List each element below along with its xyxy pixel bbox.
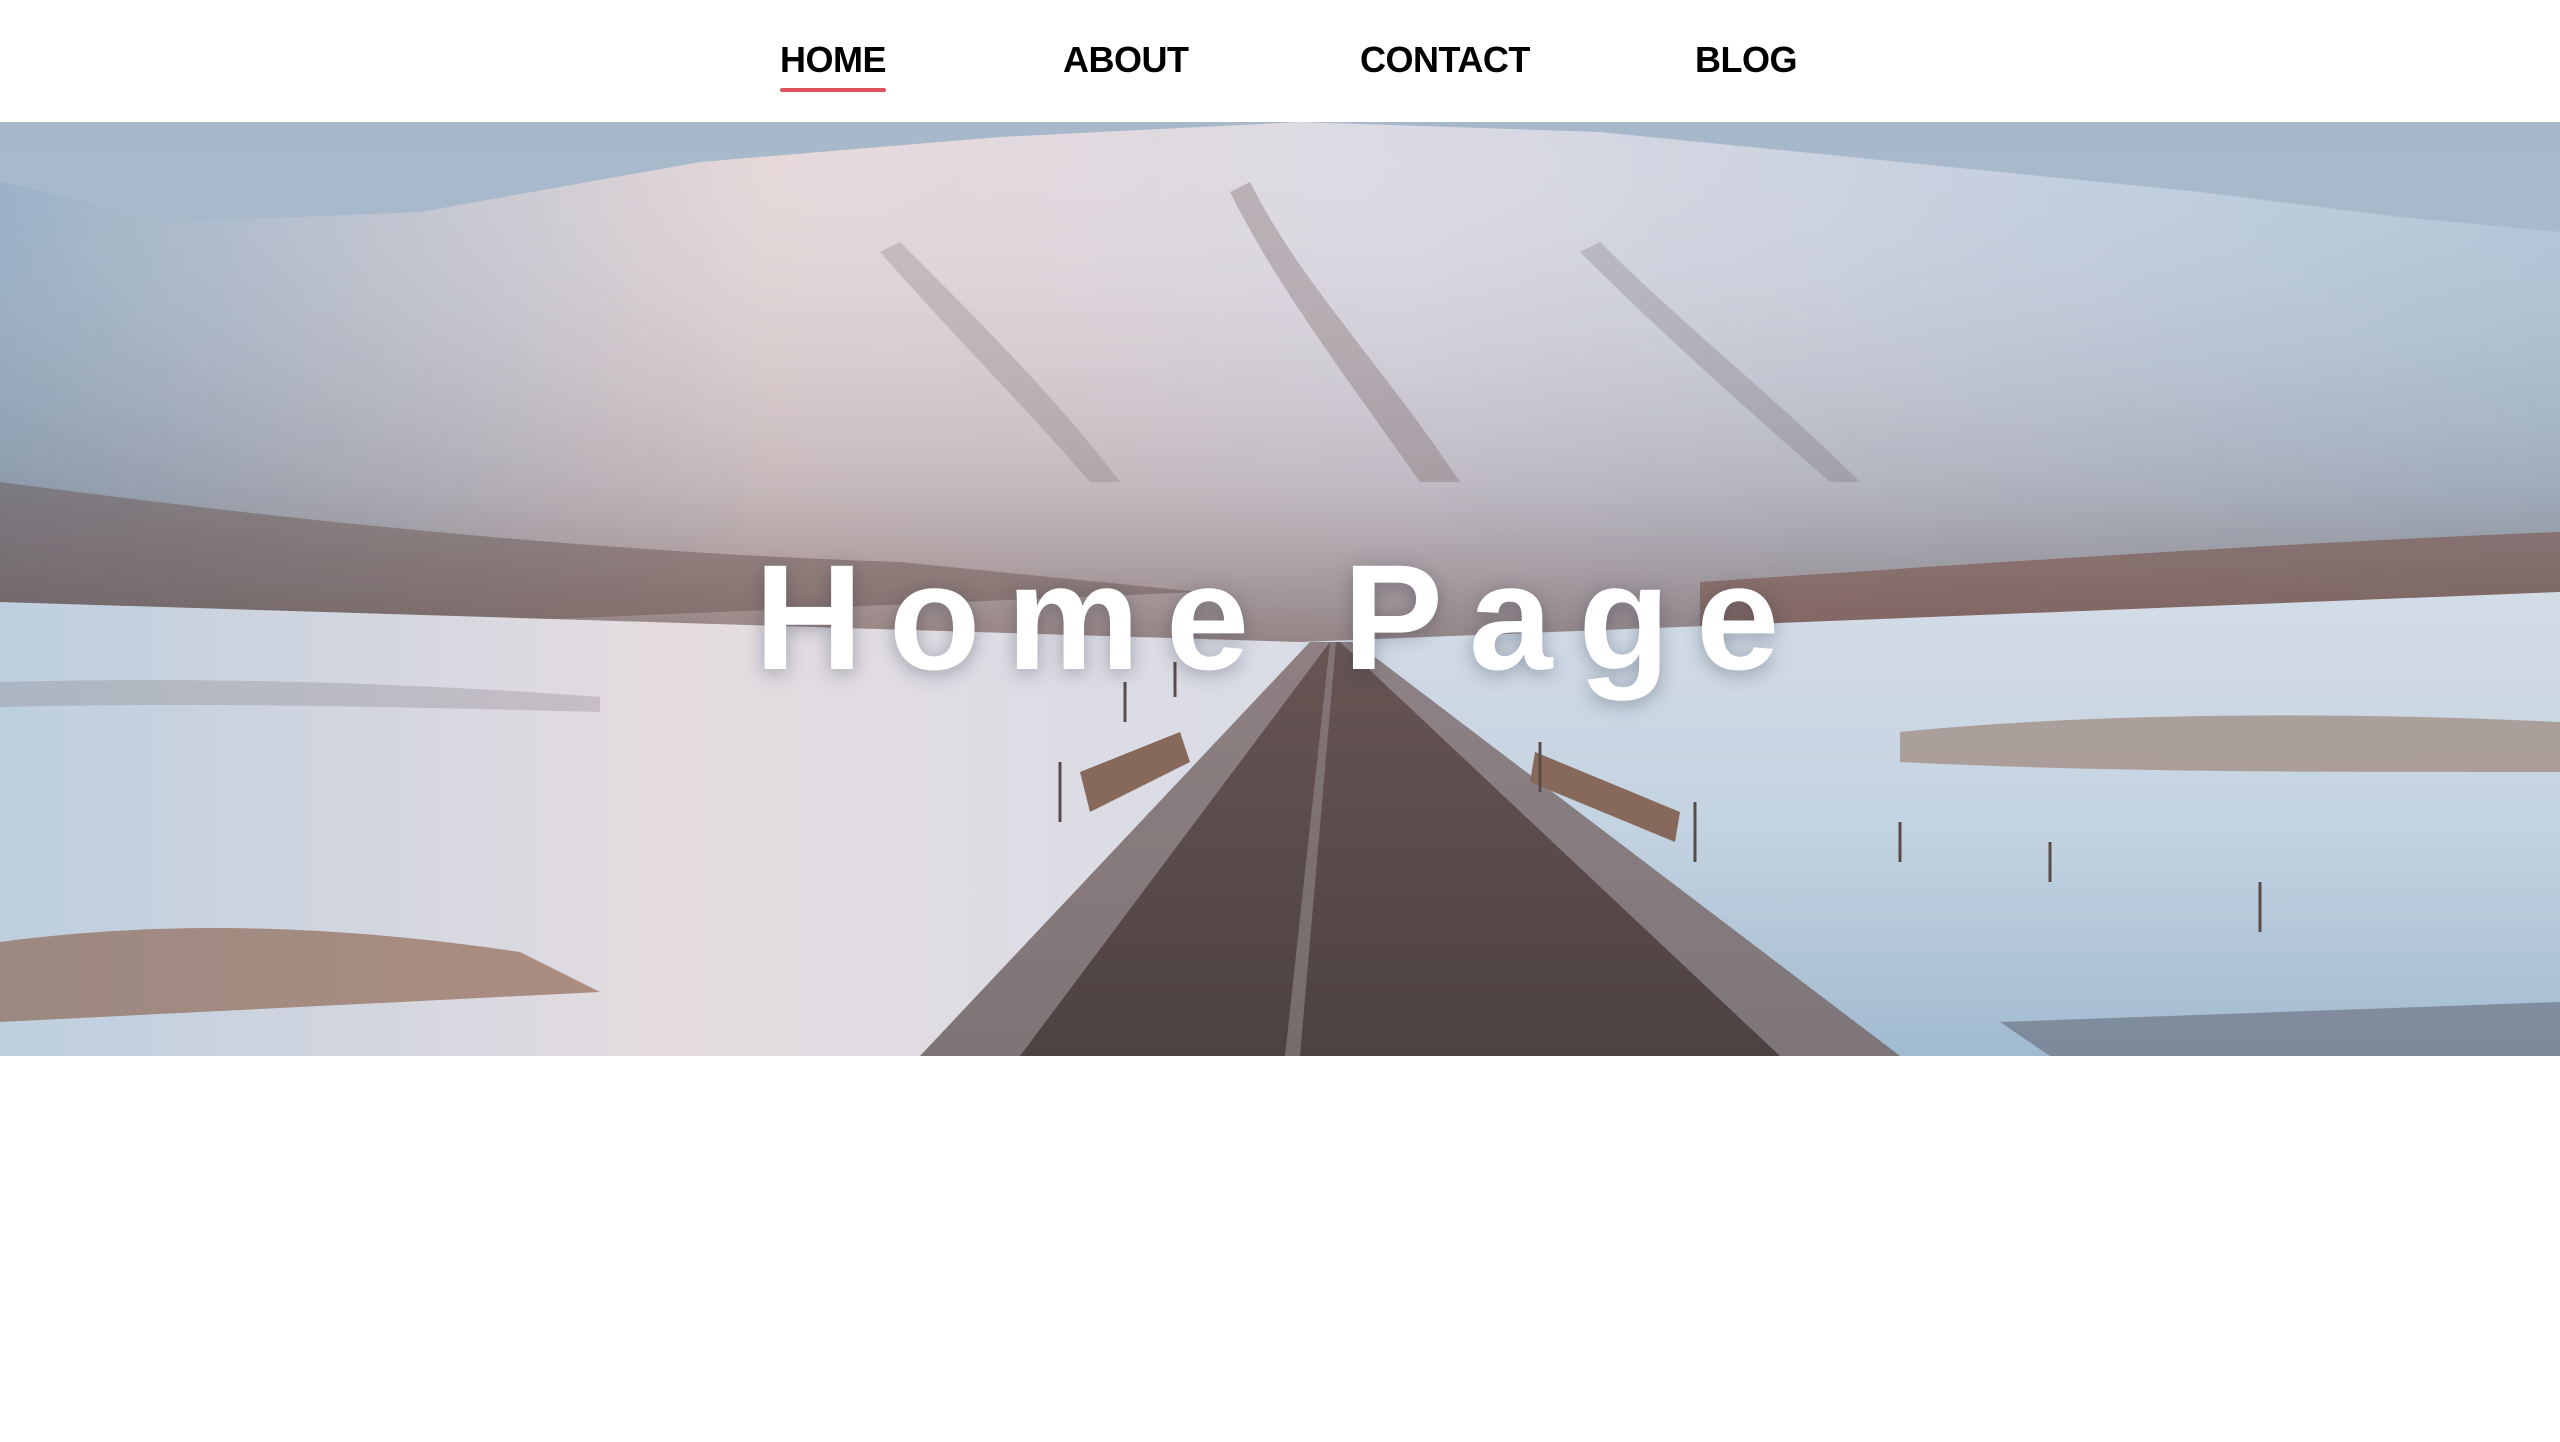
top-navigation: HOME ABOUT CONTACT BLOG: [0, 0, 2560, 122]
hero-banner: Home Page: [0, 122, 2560, 1056]
nav-link-home[interactable]: HOME: [780, 36, 887, 92]
nav-link-about[interactable]: ABOUT: [1063, 36, 1189, 84]
hero-title: Home Page: [754, 533, 1806, 701]
nav-link-blog[interactable]: BLOG: [1695, 36, 1798, 84]
nav-link-contact[interactable]: CONTACT: [1360, 36, 1530, 84]
